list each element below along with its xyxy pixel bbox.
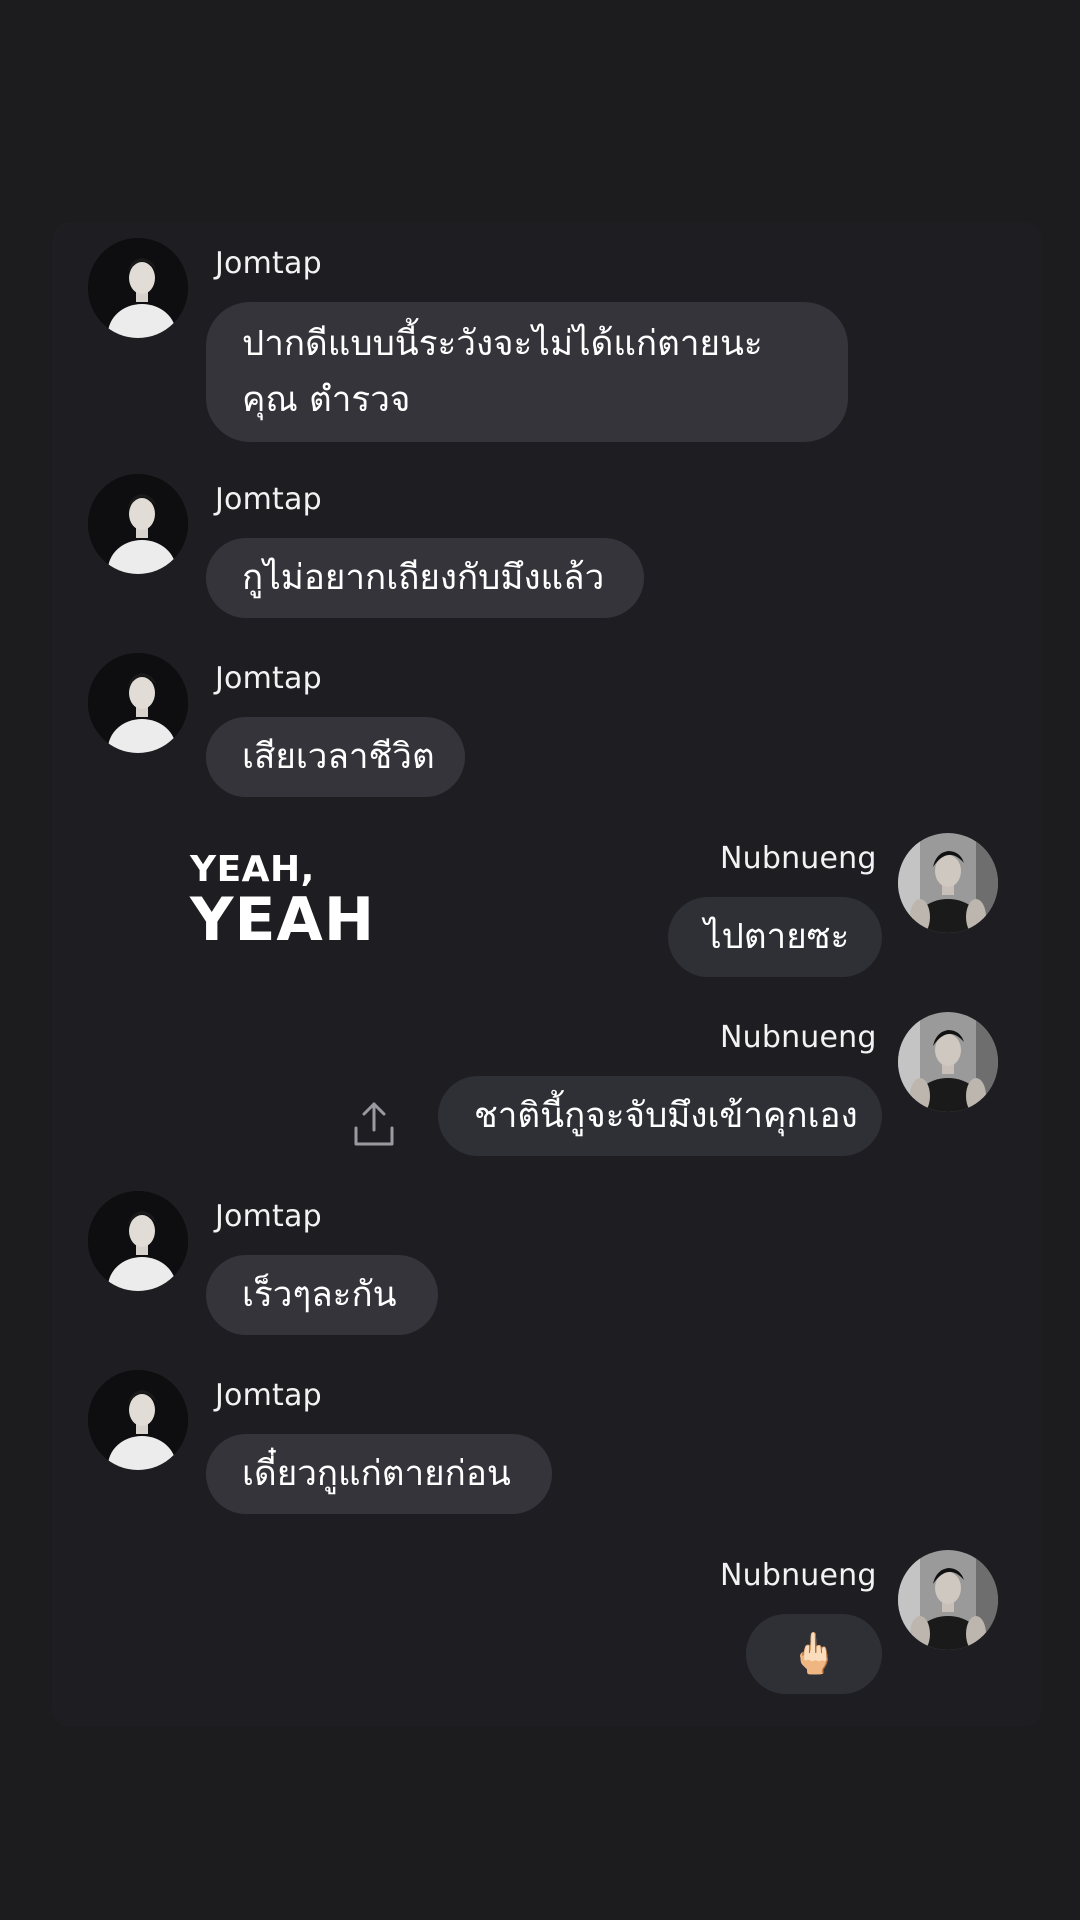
message-bubble[interactable]: เสียเวลาชีวิต [206, 717, 465, 797]
avatar-jomtap[interactable] [88, 238, 188, 338]
sender-name: Nubnueng [720, 1558, 877, 1593]
message-bubble[interactable]: กูไม่อยากเถียงกับมึงแล้ว [206, 538, 644, 618]
person-avatar-icon [88, 653, 188, 753]
sticker-line-2: YEAH [190, 885, 376, 955]
person-avatar-icon [88, 1370, 188, 1470]
message-bubble[interactable]: เร็วๆละกัน [206, 1255, 438, 1335]
chat-screen: Jomtap ปากดีแบบนี้ระวังจะไม่ได้แก่ตายนะค… [0, 0, 1080, 1920]
message-bubble[interactable]: 🖕🏻 [746, 1614, 882, 1694]
person-avatar-icon [898, 1012, 998, 1112]
sender-name: Jomtap [215, 482, 322, 517]
avatar-jomtap[interactable] [88, 474, 188, 574]
message-bubble[interactable]: ปากดีแบบนี้ระวังจะไม่ได้แก่ตายนะคุณ ตำรว… [206, 302, 848, 442]
sender-name: Jomtap [215, 246, 322, 281]
avatar-nubnueng[interactable] [898, 1012, 998, 1112]
avatar-jomtap[interactable] [88, 1191, 188, 1291]
avatar-nubnueng[interactable] [898, 1550, 998, 1650]
message-bubble[interactable]: ชาตินี้กูจะจับมึงเข้าคุกเอง [438, 1076, 882, 1156]
message-bubble[interactable]: ไปตายซะ [668, 897, 882, 977]
message-bubble[interactable]: เดี๋ยวกูแก่ตายก่อน [206, 1434, 552, 1514]
avatar-jomtap[interactable] [88, 1370, 188, 1470]
sender-name: Nubnueng [720, 841, 877, 876]
sender-name: Nubnueng [720, 1020, 877, 1055]
avatar-jomtap[interactable] [88, 653, 188, 753]
person-avatar-icon [898, 833, 998, 933]
person-avatar-icon [88, 1191, 188, 1291]
avatar-nubnueng[interactable] [898, 833, 998, 933]
sticker-line-1: YEAH, [190, 849, 315, 890]
person-avatar-icon [898, 1550, 998, 1650]
person-avatar-icon [88, 238, 188, 338]
sender-name: Jomtap [215, 1378, 322, 1413]
yeah-sticker: YEAH, YEAH [190, 849, 376, 955]
sender-name: Jomtap [215, 1199, 322, 1234]
sender-name: Jomtap [215, 661, 322, 696]
share-upload-icon[interactable] [352, 1100, 396, 1148]
chat-panel [52, 222, 1042, 1727]
person-avatar-icon [88, 474, 188, 574]
